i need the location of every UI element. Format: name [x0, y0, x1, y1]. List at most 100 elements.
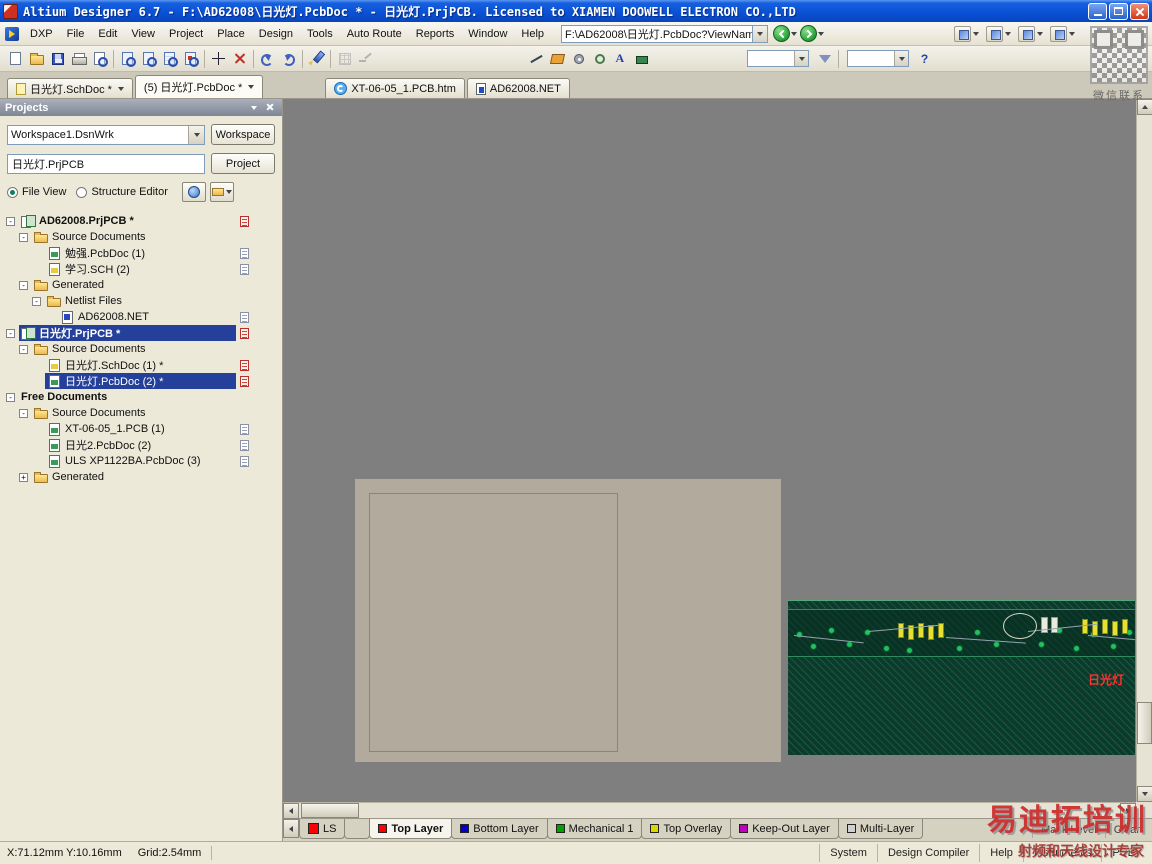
- forward-button[interactable]: [800, 25, 818, 42]
- workspace-button[interactable]: Workspace: [211, 124, 275, 145]
- layer-tabs-scroll-left-button[interactable]: [283, 819, 299, 838]
- place-via-button[interactable]: [589, 48, 610, 69]
- tree-item[interactable]: 日光灯.PcbDoc (2) *: [45, 373, 236, 389]
- menu-window[interactable]: Window: [461, 24, 514, 44]
- tree-row[interactable]: - Netlist Files: [0, 293, 282, 309]
- menu-help[interactable]: Help: [514, 24, 551, 44]
- tree-collapse-box[interactable]: -: [19, 232, 28, 242]
- tree-row[interactable]: ULS XP1122BA.PcbDoc (3): [0, 453, 282, 469]
- tree-item[interactable]: Generated: [32, 469, 236, 485]
- pcb-editor-canvas[interactable]: 日光灯: [283, 99, 1136, 802]
- filter-toolbar-button[interactable]: [1050, 25, 1075, 42]
- menu-auto-route[interactable]: Auto Route: [340, 24, 409, 44]
- horizontal-scroll-thumb[interactable]: [301, 803, 359, 818]
- help-button[interactable]: [914, 48, 935, 69]
- vertical-scroll-thumb[interactable]: [1137, 702, 1152, 744]
- close-button[interactable]: [1130, 2, 1149, 20]
- place-pad-button[interactable]: [568, 48, 589, 69]
- tree-collapse-box[interactable]: -: [32, 296, 41, 306]
- minimize-button[interactable]: [1088, 2, 1107, 20]
- open-document-button[interactable]: [26, 48, 47, 69]
- tree-row[interactable]: 勉强.PcbDoc (1): [0, 245, 282, 261]
- tree-row[interactable]: - Source Documents: [0, 405, 282, 421]
- place-component-button[interactable]: [631, 48, 652, 69]
- filter-button[interactable]: [814, 48, 835, 69]
- wiring-toolbar-button[interactable]: [954, 25, 979, 42]
- document-tab[interactable]: (5) 日光灯.PcbDoc *: [134, 75, 264, 98]
- save-document-button[interactable]: [47, 48, 68, 69]
- layer-tab-top-overlay[interactable]: Top Overlay: [641, 819, 732, 839]
- layer-set-tab[interactable]: LS: [299, 819, 346, 839]
- tree-item[interactable]: Netlist Files: [45, 293, 236, 309]
- tree-row[interactable]: 日光2.PcbDoc (2): [0, 437, 282, 453]
- tree-row[interactable]: - AD62008.PrjPCB *: [0, 213, 282, 229]
- undo-button[interactable]: [257, 48, 278, 69]
- tree-collapse-box[interactable]: -: [6, 392, 15, 402]
- menu-project[interactable]: Project: [162, 24, 210, 44]
- menu-place[interactable]: Place: [210, 24, 252, 44]
- document-tab[interactable]: XT-06-05_1.PCB.htm: [325, 78, 465, 98]
- structure-editor-radio[interactable]: [76, 186, 88, 198]
- panel-menu-button[interactable]: [247, 101, 261, 114]
- tree-item[interactable]: Source Documents: [32, 405, 236, 421]
- toolbar-combo[interactable]: [847, 50, 909, 67]
- tree-item[interactable]: 学习.SCH (2): [45, 261, 236, 277]
- maximize-button[interactable]: [1109, 2, 1128, 20]
- chevron-down-icon[interactable]: [117, 86, 124, 91]
- tree-row[interactable]: - Free Documents: [0, 389, 282, 405]
- menu-tools[interactable]: Tools: [300, 24, 340, 44]
- cut-button[interactable]: [229, 48, 250, 69]
- menu-dxp[interactable]: DXP: [23, 24, 60, 44]
- document-tab[interactable]: 日光灯.SchDoc *: [7, 78, 133, 98]
- menu-view[interactable]: View: [124, 24, 162, 44]
- status-panel-help[interactable]: Help: [979, 844, 1023, 862]
- zoom-fit-document-button[interactable]: [117, 48, 138, 69]
- tree-row[interactable]: - 日光灯.PrjPCB *: [0, 325, 282, 341]
- tree-row[interactable]: XT-06-05_1.PCB (1): [0, 421, 282, 437]
- tree-row[interactable]: 学习.SCH (2): [0, 261, 282, 277]
- snap-grid-button[interactable]: [334, 48, 355, 69]
- tree-row[interactable]: + Generated: [0, 469, 282, 485]
- address-input[interactable]: F:\AD62008\日光灯.PcbDoc?ViewNam: [561, 24, 754, 43]
- place-line-button[interactable]: [526, 48, 547, 69]
- status-panel-system[interactable]: System: [819, 844, 877, 862]
- tree-row[interactable]: - Generated: [0, 277, 282, 293]
- tree-item[interactable]: AD62008.NET: [58, 309, 236, 325]
- zoom-area-button[interactable]: [159, 48, 180, 69]
- new-document-button[interactable]: [5, 48, 26, 69]
- tree-collapse-box[interactable]: -: [19, 344, 28, 354]
- tree-item[interactable]: 日光灯.SchDoc (1) *: [45, 357, 236, 373]
- layer-tab-top-layer[interactable]: Top Layer: [369, 819, 453, 839]
- navigation-toolbar-button[interactable]: [1018, 25, 1043, 42]
- layer-tab-bottom-layer[interactable]: Bottom Layer: [451, 819, 548, 839]
- chevron-down-icon[interactable]: [248, 85, 255, 89]
- back-button[interactable]: [773, 25, 791, 42]
- layer-tab-multi-layer[interactable]: Multi-Layer: [837, 819, 924, 839]
- tree-item[interactable]: Source Documents: [32, 341, 236, 357]
- interactive-routing-button[interactable]: [355, 48, 376, 69]
- tree-item[interactable]: Generated: [32, 277, 236, 293]
- tree-row[interactable]: 日光灯.SchDoc (1) *: [0, 357, 282, 373]
- project-button[interactable]: Project: [211, 153, 275, 174]
- layer-tab-mechanical-1[interactable]: Mechanical 1: [546, 819, 643, 839]
- redo-button[interactable]: [278, 48, 299, 69]
- tree-item[interactable]: XT-06-05_1.PCB (1): [45, 421, 236, 437]
- file-view-radio[interactable]: [7, 186, 18, 198]
- panel-open-split-button[interactable]: [209, 182, 234, 202]
- layer-tab-blank[interactable]: [344, 819, 371, 839]
- panel-close-button[interactable]: [263, 101, 277, 114]
- tree-item[interactable]: ULS XP1122BA.PcbDoc (3): [45, 453, 236, 469]
- utilities-toolbar-button[interactable]: [986, 25, 1011, 42]
- menu-design[interactable]: Design: [252, 24, 300, 44]
- edit-pen-button[interactable]: [306, 48, 327, 69]
- zoom-selection-button[interactable]: [180, 48, 201, 69]
- print-preview-button[interactable]: [89, 48, 110, 69]
- tree-item[interactable]: 勉强.PcbDoc (1): [45, 245, 236, 261]
- address-dropdown-button[interactable]: [753, 24, 769, 43]
- tree-row[interactable]: 日光灯.PcbDoc (2) *: [0, 373, 282, 389]
- print-button[interactable]: [68, 48, 89, 69]
- tree-collapse-box[interactable]: -: [6, 328, 15, 338]
- workspace-combo[interactable]: Workspace1.DsnWrk: [7, 124, 205, 145]
- document-tab[interactable]: AD62008.NET: [466, 78, 570, 98]
- combo-dropdown-button[interactable]: [794, 51, 808, 66]
